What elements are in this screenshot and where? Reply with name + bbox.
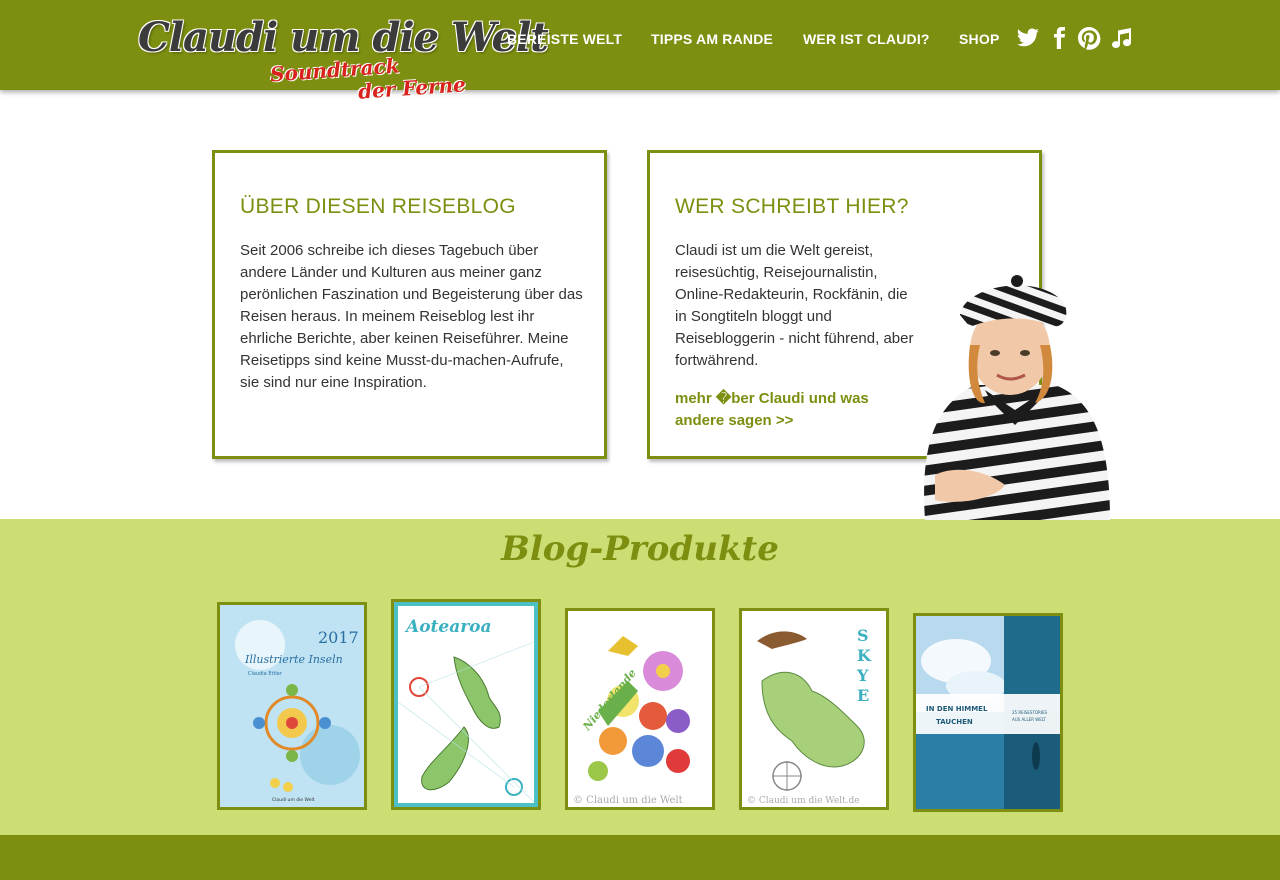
about-blog-title: ÜBER DIESEN REISEBLOG bbox=[240, 195, 516, 218]
about-blog-card: ÜBER DIESEN REISEBLOG Seit 2006 schreibe… bbox=[212, 150, 607, 459]
cover-subtitle-line2: AUS ALLER WELT bbox=[1012, 717, 1046, 722]
product-in-den-himmel-tauchen[interactable]: IN DEN HIMMEL TAUCHEN 25 REISESTORIES AU… bbox=[913, 613, 1063, 812]
cover-title: Aotearoa bbox=[404, 617, 492, 637]
site-logo[interactable]: Claudi um die Welt Soundtrack der Ferne bbox=[138, 14, 549, 104]
cover-title-line2: TAUCHEN bbox=[936, 718, 973, 726]
site-header: Claudi um die Welt Soundtrack der Ferne … bbox=[0, 0, 1280, 104]
cover-author: Claudia Ettler bbox=[248, 671, 283, 677]
author-more-link[interactable]: mehr �ber Claudi und was andere sagen >> bbox=[675, 388, 915, 432]
cover-subtitle: Illustrierte Inseln bbox=[244, 653, 343, 666]
nav-wer-ist-claudi[interactable]: WER IST CLAUDI? bbox=[803, 31, 930, 47]
cover-title-k: K bbox=[857, 646, 872, 665]
nav-tipps-am-rande[interactable]: TIPPS AM RANDE bbox=[651, 31, 773, 47]
pinterest-icon[interactable] bbox=[1077, 26, 1101, 50]
product-illustrierte-inseln[interactable]: 2017 Illustrierte Inseln Claudia Ettler … bbox=[217, 602, 367, 810]
cover-footer: Claudi um die Welt bbox=[272, 797, 315, 803]
author-photo bbox=[915, 275, 1115, 520]
blog-products-section: Blog-Produkte 2017 Illustrierte Inseln C… bbox=[0, 519, 1280, 835]
author-title: WER SCHREIBT HIER? bbox=[675, 195, 909, 218]
cover-title-line1: IN DEN HIMMEL bbox=[926, 705, 988, 713]
twitter-icon[interactable] bbox=[1016, 26, 1040, 50]
cover-title-s: S bbox=[857, 626, 869, 645]
product-skye[interactable]: S K Y E © Claudi um die Welt.de bbox=[739, 608, 889, 810]
facebook-icon[interactable] bbox=[1047, 26, 1071, 50]
product-niederlande[interactable]: Niederlande © Claudi um die Welt bbox=[565, 608, 715, 810]
site-footer bbox=[0, 835, 1280, 880]
nav-shop[interactable]: SHOP bbox=[959, 31, 999, 47]
about-blog-text: Seit 2006 schreibe ich dieses Tagebuch ü… bbox=[240, 242, 583, 391]
cover-footer: © Claudi um die Welt.de bbox=[747, 796, 860, 806]
nav-bereiste-welt[interactable]: BEREISTE WELT bbox=[507, 31, 622, 47]
cover-title: 2017 bbox=[318, 628, 359, 647]
cover-subtitle-line1: 25 REISESTORIES bbox=[1012, 710, 1048, 715]
music-note-icon[interactable] bbox=[1110, 26, 1134, 50]
product-aotearoa[interactable]: Aotearoa bbox=[391, 599, 541, 810]
cover-title-y: Y bbox=[856, 666, 869, 685]
author-text: Claudi ist um die Welt gereist, reisesüc… bbox=[675, 242, 914, 369]
cover-title-e: E bbox=[857, 686, 869, 705]
blog-products-title: Blog-Produkte bbox=[501, 529, 779, 569]
logo-title: Claudi um die Welt bbox=[138, 14, 549, 61]
cover-footer: © Claudi um die Welt bbox=[573, 795, 683, 806]
